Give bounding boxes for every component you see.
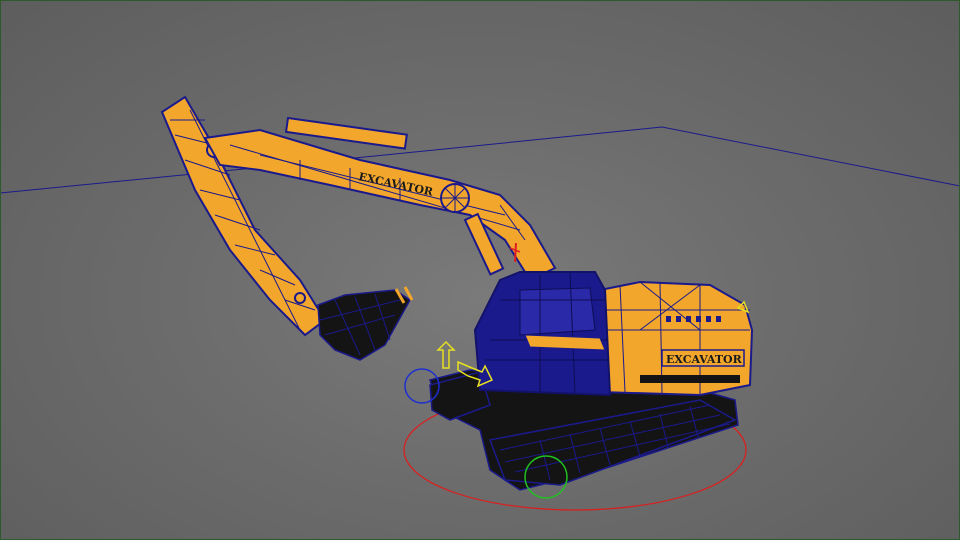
3d-viewport[interactable]: EXCAVATOR EXCAVATOR xyxy=(0,0,960,540)
excavator-cab[interactable] xyxy=(473,271,612,397)
excavator-bucket[interactable] xyxy=(317,286,414,361)
ground-grid xyxy=(0,126,960,194)
scene-svg: EXCAVATOR EXCAVATOR xyxy=(0,95,960,511)
excavator-house[interactable]: EXCAVATOR xyxy=(596,280,754,397)
cab-label: EXCAVATOR xyxy=(666,353,743,366)
